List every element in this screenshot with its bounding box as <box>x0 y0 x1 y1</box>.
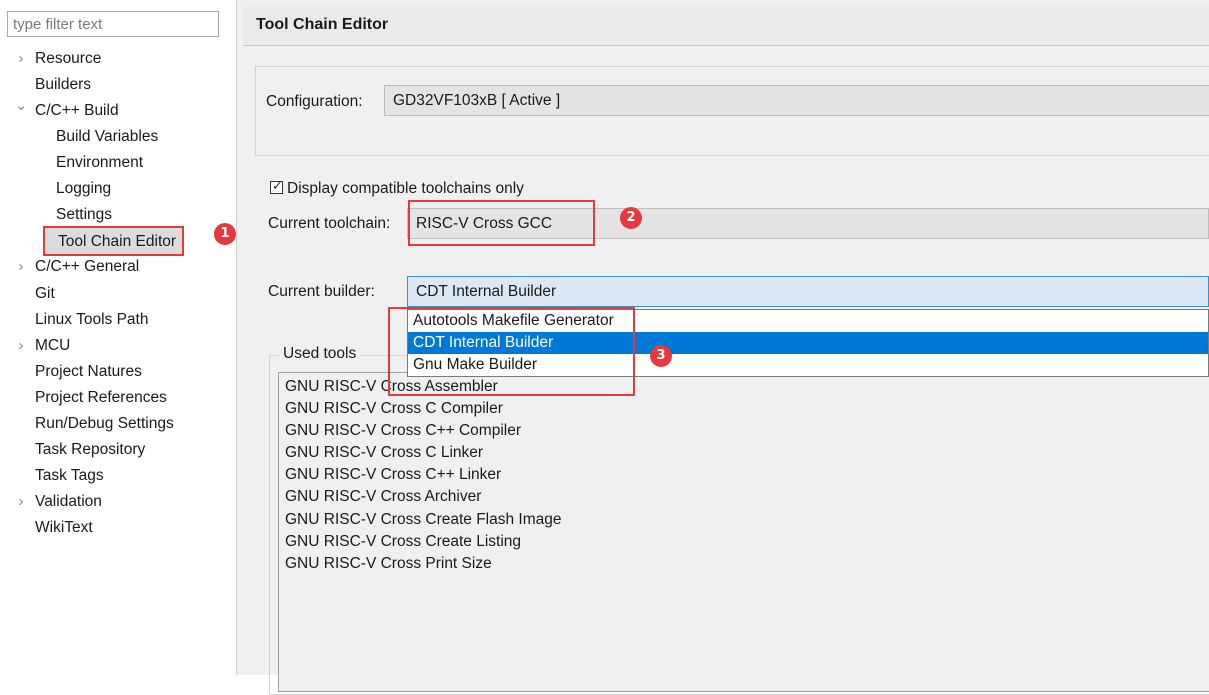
tool-item-print-size[interactable]: GNU RISC-V Cross Print Size <box>285 553 492 575</box>
tool-item-cpp-compiler[interactable]: GNU RISC-V Cross C++ Compiler <box>285 420 521 442</box>
tree-item-label: Run/Debug Settings <box>35 415 174 432</box>
compatible-toolchains-checkbox-row[interactable]: ✓ Display compatible toolchains only <box>270 178 524 200</box>
tree-item-label: Build Variables <box>56 128 159 145</box>
compatible-toolchains-label: Display compatible toolchains only <box>287 180 524 197</box>
expand-arrow-icon[interactable]: › <box>13 47 29 71</box>
tool-item-create-listing[interactable]: GNU RISC-V Cross Create Listing <box>285 531 521 553</box>
expand-arrow-icon[interactable]: › <box>13 334 29 358</box>
tree-item-project-natures[interactable]: Project Natures <box>35 360 142 384</box>
page-header: Tool Chain Editor <box>243 7 1209 46</box>
tree-item-label: C/C++ General <box>35 258 140 275</box>
tool-item-c-compiler[interactable]: GNU RISC-V Cross C Compiler <box>285 398 503 420</box>
tree-item-label: Linux Tools Path <box>35 311 149 328</box>
tree-item-label: Environment <box>56 154 144 171</box>
tree-item-label: Tool Chain Editor <box>58 233 177 250</box>
tree-item-project-references[interactable]: Project References <box>35 386 167 410</box>
tree-item-label: Settings <box>56 206 113 223</box>
tree-item-label: MCU <box>35 337 71 354</box>
annotation-badge-2: 2 <box>620 207 642 229</box>
tree-item-label: WikiText <box>35 519 93 536</box>
annotation-badge-1: 1 <box>214 223 236 245</box>
tool-item-cpp-linker[interactable]: GNU RISC-V Cross C++ Linker <box>285 464 501 486</box>
preferences-tree-pane: › Resource Builders ⌄ C/C++ Build Build … <box>0 0 236 675</box>
configuration-label: Configuration: <box>266 93 363 110</box>
tree-item-git[interactable]: Git <box>35 282 55 306</box>
tree-item-linux-tools-path[interactable]: Linux Tools Path <box>35 308 148 332</box>
tree-item-mcu[interactable]: › MCU <box>19 334 71 358</box>
tree-item-label: Project References <box>35 389 167 406</box>
check-mark-icon: ✓ <box>272 178 283 193</box>
tree-item-builders[interactable]: Builders <box>35 73 91 97</box>
tree-item-run-debug-settings[interactable]: Run/Debug Settings <box>35 412 174 436</box>
page-title: Tool Chain Editor <box>256 16 389 33</box>
tool-item-create-flash-image[interactable]: GNU RISC-V Cross Create Flash Image <box>285 509 562 531</box>
tree-item-task-repository[interactable]: Task Repository <box>35 438 145 462</box>
tree-item-environment[interactable]: Environment <box>56 151 143 175</box>
tree-item-wikitext[interactable]: WikiText <box>35 516 93 540</box>
tree-item-label: C/C++ Build <box>35 102 119 119</box>
tool-chain-editor-page: Tool Chain Editor Configuration: GD32VF1… <box>237 0 1209 695</box>
tree-item-label: Task Tags <box>35 467 104 484</box>
tree-item-cpp-build[interactable]: ⌄ C/C++ Build <box>15 97 119 123</box>
expand-arrow-icon[interactable]: › <box>13 255 29 279</box>
tree-item-label: Validation <box>35 493 102 510</box>
tree-item-tool-chain-editor[interactable]: Tool Chain Editor <box>43 226 185 256</box>
tree-item-label: Builders <box>35 76 91 93</box>
builder-option-autotools[interactable]: Autotools Makefile Generator <box>408 310 1208 332</box>
configuration-combo[interactable]: GD32VF103xB [ Active ] <box>384 85 1209 116</box>
used-tools-legend: Used tools <box>279 345 361 363</box>
collapse-arrow-icon[interactable]: ⌄ <box>13 94 29 118</box>
tree-item-resource[interactable]: › Resource <box>19 47 102 71</box>
annotation-badge-3: 3 <box>650 345 672 367</box>
current-builder-combo[interactable]: CDT Internal Builder <box>407 276 1209 307</box>
tree-item-label: Resource <box>35 50 102 67</box>
tree-item-build-variables[interactable]: Build Variables <box>56 125 158 149</box>
compatible-toolchains-checkbox[interactable]: ✓ <box>270 178 283 194</box>
tree-item-label: Project Natures <box>35 363 142 380</box>
tool-item-archiver[interactable]: GNU RISC-V Cross Archiver <box>285 486 481 508</box>
tool-item-assembler[interactable]: GNU RISC-V Cross Assembler <box>285 376 498 398</box>
tree-item-label: Task Repository <box>35 441 146 458</box>
tree-item-cpp-general[interactable]: › C/C++ General <box>19 255 140 279</box>
builder-option-cdt-internal[interactable]: CDT Internal Builder <box>408 332 1208 354</box>
tree-item-label: Logging <box>56 180 112 197</box>
tree-item-label: Git <box>35 285 55 302</box>
tree-item-settings[interactable]: Settings <box>56 203 112 227</box>
tool-item-c-linker[interactable]: GNU RISC-V Cross C Linker <box>285 442 483 464</box>
current-builder-label: Current builder: <box>268 283 375 300</box>
filter-input[interactable] <box>7 11 219 37</box>
current-toolchain-combo[interactable]: RISC-V Cross GCC <box>407 208 1209 239</box>
tree-item-task-tags[interactable]: Task Tags <box>35 464 104 488</box>
builder-dropdown-list[interactable]: Autotools Makefile Generator CDT Interna… <box>407 309 1209 377</box>
builder-option-gnu-make[interactable]: Gnu Make Builder <box>408 354 1208 376</box>
configuration-group: Configuration: GD32VF103xB [ Active ] <box>255 66 1209 156</box>
current-toolchain-label: Current toolchain: <box>268 215 391 232</box>
tree-item-validation[interactable]: › Validation <box>19 490 102 514</box>
used-tools-list[interactable]: GNU RISC-V Cross Assembler GNU RISC-V Cr… <box>278 372 1209 692</box>
expand-arrow-icon[interactable]: › <box>13 490 29 514</box>
tree-item-logging[interactable]: Logging <box>56 177 111 201</box>
